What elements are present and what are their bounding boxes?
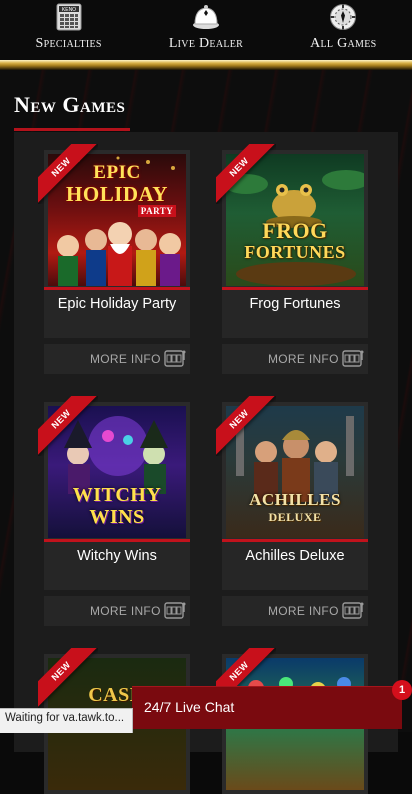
- chat-notification-badge[interactable]: 1: [392, 680, 412, 700]
- game-title: Witchy Wins: [77, 548, 157, 564]
- game-thumbnail[interactable]: EPIC HOLIDAY PARTY: [44, 150, 190, 290]
- slot-machine-icon: [164, 350, 186, 367]
- nav-live-dealer[interactable]: Live Dealer: [151, 2, 261, 60]
- game-title: Achilles Deluxe: [245, 548, 345, 564]
- more-info-label: MORE INFO: [90, 604, 161, 618]
- nav-label: Specialties: [35, 36, 102, 51]
- live-chat-label: 24/7 Live Chat: [144, 699, 235, 715]
- gold-divider: [0, 60, 412, 70]
- svg-text:KENO: KENO: [62, 7, 76, 13]
- nav-label: All Games: [310, 36, 377, 51]
- game-logo: ACHILLES: [249, 490, 341, 509]
- slot-machine-icon: [342, 350, 364, 367]
- status-text: Waiting for va.tawk.to...: [5, 712, 125, 724]
- title-underline: [14, 128, 130, 131]
- dealer-bell-icon: [191, 2, 221, 32]
- game-logo: FORTUNES: [244, 242, 346, 262]
- more-info-label: MORE INFO: [90, 352, 161, 366]
- game-title-box: Achilles Deluxe: [222, 542, 368, 590]
- chip-icon: [328, 2, 358, 32]
- more-info-button[interactable]: MORE INFO: [222, 344, 368, 374]
- main-content: New Games EPIC HOLIDAY PARTY NEW Epic Ho…: [0, 70, 412, 794]
- more-info-label: MORE INFO: [268, 604, 339, 618]
- more-info-button[interactable]: MORE INFO: [44, 344, 190, 374]
- game-logo: EPIC: [93, 162, 141, 183]
- game-logo: DELUXE: [268, 510, 322, 524]
- game-logo: PARTY: [88, 205, 186, 217]
- game-title: Frog Fortunes: [249, 296, 341, 312]
- section-title: New Games: [14, 92, 126, 117]
- slot-machine-icon: [164, 602, 186, 619]
- more-info-button[interactable]: MORE INFO: [222, 596, 368, 626]
- game-logo: FROG: [262, 218, 328, 243]
- game-title-box: Epic Holiday Party: [44, 290, 190, 338]
- game-title-box: Frog Fortunes: [222, 290, 368, 338]
- more-info-label: MORE INFO: [268, 352, 339, 366]
- nav-label: Live Dealer: [168, 36, 244, 51]
- game-logo: HOLIDAY: [66, 182, 168, 206]
- game-logo: WITCHY: [72, 484, 162, 506]
- browser-status-bar: Waiting for va.tawk.to...: [0, 708, 133, 733]
- game-thumbnail[interactable]: WITCHY WINS: [44, 402, 190, 542]
- games-panel: EPIC HOLIDAY PARTY NEW Epic Holiday Part…: [14, 132, 398, 794]
- nav-all-games[interactable]: All Games: [288, 2, 398, 60]
- keno-board-icon: KENO: [54, 2, 84, 32]
- live-chat-button[interactable]: 24/7 Live Chat: [132, 686, 402, 729]
- game-title: Epic Holiday Party: [57, 296, 177, 312]
- game-logo: WINS: [89, 506, 145, 528]
- slot-machine-icon: [342, 602, 364, 619]
- game-thumbnail[interactable]: FROG FORTUNES: [222, 150, 368, 290]
- game-title-box: Witchy Wins: [44, 542, 190, 590]
- nav-specialties[interactable]: KENO Specialties: [14, 2, 124, 60]
- more-info-button[interactable]: MORE INFO: [44, 596, 190, 626]
- game-thumbnail[interactable]: ACHILLES DELUXE: [222, 402, 368, 542]
- top-nav: KENO Specialties Live Dealer All Games: [0, 0, 412, 60]
